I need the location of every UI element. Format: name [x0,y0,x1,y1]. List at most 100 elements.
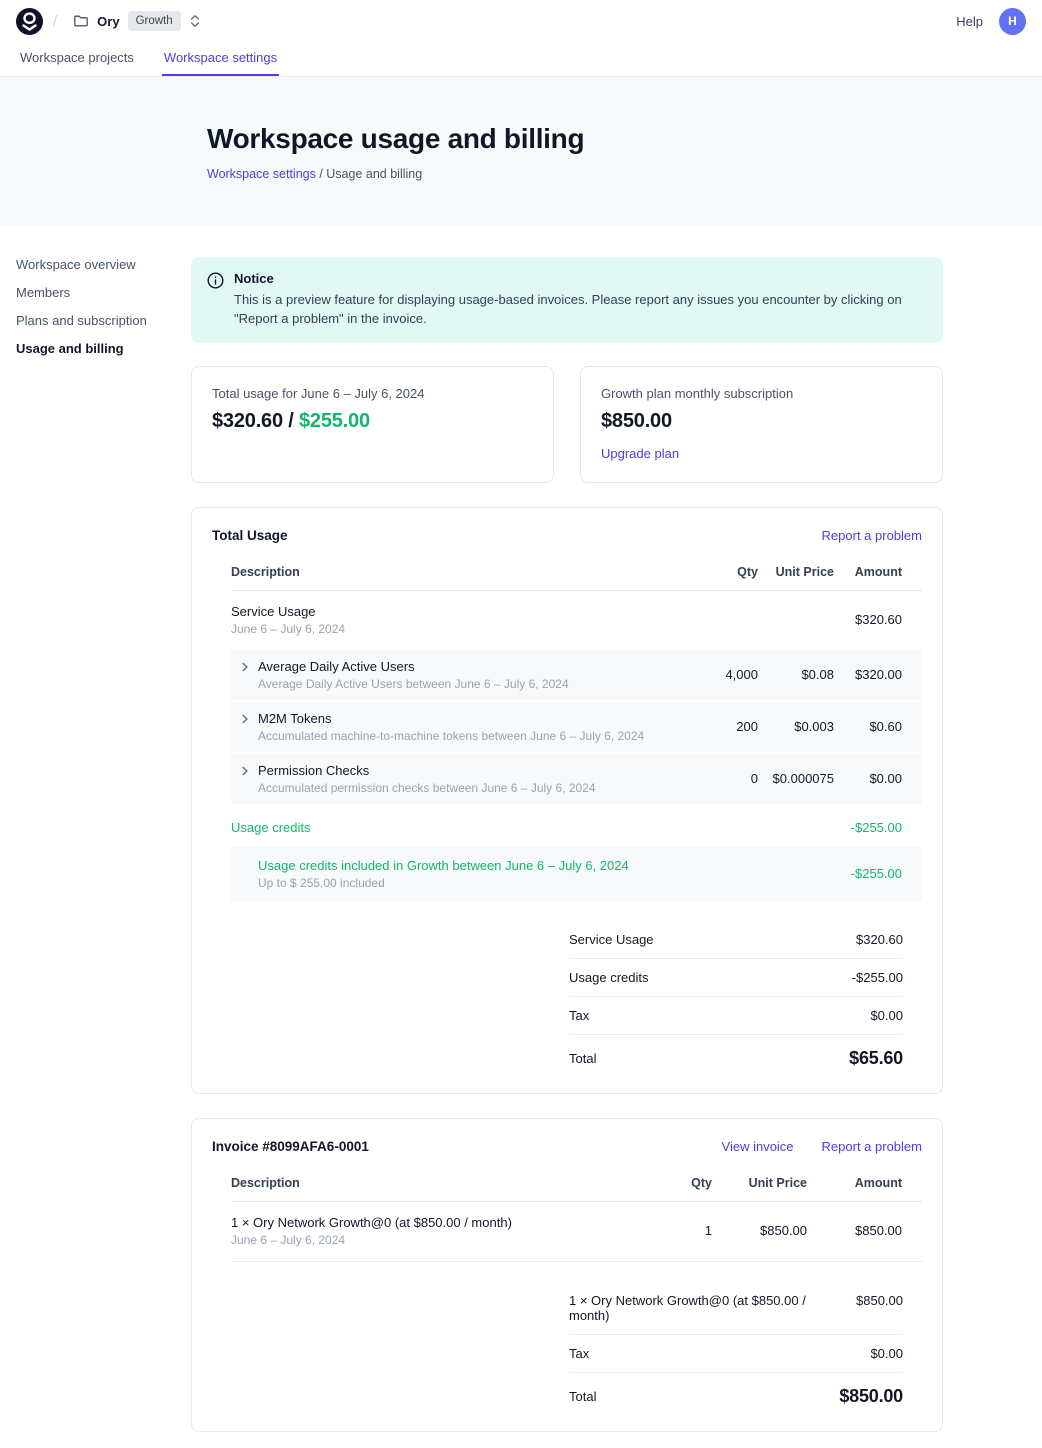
total-label: Total [569,1051,608,1066]
summary-total-row: Total $850.00 [569,1373,903,1407]
invoice-item-amount: $850.00 [807,1223,922,1238]
ory-logo-icon[interactable] [16,8,43,35]
info-icon [207,272,224,329]
col-description: Description [231,565,694,579]
summary-label: Tax [569,1008,601,1023]
expand-chevron-icon[interactable] [231,763,258,777]
col-unit-price: Unit Price [758,565,834,579]
invoice-item-qty: 1 [656,1223,712,1238]
line-item-subtitle: Average Daily Active Users between June … [258,677,569,691]
plan-card: Growth plan monthly subscription $850.00… [580,366,943,483]
usage-table: Description Qty Unit Price Amount Servic… [231,557,922,901]
workspace-switcher[interactable]: Ory Growth [67,7,206,35]
usage-credits-detail-row: Usage credits included in Growth between… [231,847,922,901]
notice-banner: Notice This is a preview feature for dis… [191,257,943,343]
credit-detail-amount: -$255.00 [834,866,922,881]
topbar-right: Help H [956,8,1026,35]
summary-cards: Total usage for June 6 – July 6, 2024 $3… [191,366,943,483]
topbar-separator: / [53,13,57,30]
upgrade-plan-link[interactable]: Upgrade plan [601,446,679,461]
summary-row: 1 × Ory Network Growth@0 (at $850.00 / m… [569,1282,903,1335]
notice-title: Notice [234,271,924,286]
summary-row: Tax $0.00 [569,1335,903,1373]
invoice-item-title: 1 × Ory Network Growth@0 (at $850.00 / m… [231,1215,656,1230]
unfold-chevrons-icon [189,14,201,28]
service-usage-row: Service Usage June 6 – July 6, 2024 $320… [231,591,922,650]
sidebar-item-usage-and-billing[interactable]: Usage and billing [16,341,191,357]
sidebar-item-plans-and-subscription[interactable]: Plans and subscription [16,313,191,329]
total-usage-card-value: $320.60 / $255.00 [212,410,533,433]
main-content: Notice This is a preview feature for dis… [191,227,943,1448]
breadcrumb-separator: / [316,167,326,181]
usage-line-item: Permission Checks Accumulated permission… [231,754,922,804]
summary-row: Tax $0.00 [569,997,903,1035]
line-item-unit-price: $0.08 [758,667,834,682]
invoice-panel-header: Invoice #8099AFA6-0001 View invoice Repo… [212,1139,922,1154]
usage-summary: Service Usage $320.60 Usage credits -$25… [569,921,903,1069]
report-problem-link-usage[interactable]: Report a problem [822,528,922,543]
content: Workspace overview Members Plans and sub… [0,227,1042,1448]
total-usage-card: Total usage for June 6 – July 6, 2024 $3… [191,366,554,483]
invoice-line-item: 1 × Ory Network Growth@0 (at $850.00 / m… [231,1202,922,1262]
report-problem-link-invoice[interactable]: Report a problem [822,1139,922,1154]
expand-chevron-icon[interactable] [231,711,258,725]
summary-row: Service Usage $320.60 [569,921,903,959]
service-usage-title: Service Usage [231,604,694,619]
line-item-subtitle: Accumulated permission checks between Ju… [258,781,596,795]
view-invoice-link[interactable]: View invoice [722,1139,794,1154]
summary-value: $0.00 [870,1346,903,1361]
service-usage-period: June 6 – July 6, 2024 [231,622,694,636]
breadcrumb-workspace-settings-link[interactable]: Workspace settings [207,167,316,181]
line-item-amount: $320.00 [834,667,922,682]
line-item-title: Average Daily Active Users [258,659,569,674]
total-usage-panel: Total Usage Report a problem Description… [191,507,943,1094]
total-usage-panel-header: Total Usage Report a problem [212,528,922,543]
help-link[interactable]: Help [956,14,983,29]
total-usage-card-label: Total usage for June 6 – July 6, 2024 [212,386,533,401]
summary-label: Service Usage [569,932,666,947]
avatar[interactable]: H [999,8,1026,35]
col-description: Description [231,1176,656,1190]
col-amount: Amount [807,1176,922,1190]
line-item-qty: 0 [694,771,758,786]
credit-detail-subtitle: Up to $ 255.00 included [258,876,694,890]
col-unit-price: Unit Price [712,1176,807,1190]
sidebar-item-workspace-overview[interactable]: Workspace overview [16,257,191,273]
usage-line-item: Average Daily Active Users Average Daily… [231,650,922,700]
total-label: Total [569,1389,608,1404]
total-value: $850.00 [839,1386,903,1407]
tab-workspace-projects[interactable]: Workspace projects [18,42,136,76]
breadcrumb-current: Usage and billing [326,167,422,181]
topbar: / Ory Growth Help H [0,0,1042,42]
workspace-name: Ory [97,14,119,29]
invoice-item-unit-price: $850.00 [712,1223,807,1238]
workspace-tabs: Workspace projects Workspace settings [0,42,1042,77]
summary-total-row: Total $65.60 [569,1035,903,1069]
invoice-panel: Invoice #8099AFA6-0001 View invoice Repo… [191,1118,943,1432]
invoice-title: Invoice #8099AFA6-0001 [212,1139,369,1154]
line-item-title: M2M Tokens [258,711,644,726]
usage-credit-amount: $255.00 [299,410,370,432]
col-qty: Qty [656,1176,712,1190]
plan-badge: Growth [128,11,181,31]
summary-label: Tax [569,1346,601,1361]
col-amount: Amount [834,565,922,579]
tab-workspace-settings[interactable]: Workspace settings [162,42,279,76]
page-title: Workspace usage and billing [207,123,1042,155]
breadcrumb: Workspace settings / Usage and billing [207,167,1042,181]
total-usage-panel-title: Total Usage [212,528,288,543]
line-item-subtitle: Accumulated machine-to-machine tokens be… [258,729,644,743]
invoice-table: Description Qty Unit Price Amount 1 × Or… [231,1168,922,1262]
invoice-links: View invoice Report a problem [722,1139,922,1154]
line-item-qty: 4,000 [694,667,758,682]
expand-chevron-icon[interactable] [231,659,258,673]
invoice-summary: 1 × Ory Network Growth@0 (at $850.00 / m… [569,1282,903,1407]
credit-detail-title: Usage credits included in Growth between… [258,858,694,873]
invoice-table-header: Description Qty Unit Price Amount [231,1168,922,1202]
page-header: Workspace usage and billing Workspace se… [0,77,1042,227]
usage-credits-row: Usage credits -$255.00 [231,806,922,847]
usage-credits-amount: -$255.00 [834,820,922,835]
sidebar-item-members[interactable]: Members [16,285,191,301]
line-item-unit-price: $0.003 [758,719,834,734]
notice-text: Notice This is a preview feature for dis… [234,271,924,329]
